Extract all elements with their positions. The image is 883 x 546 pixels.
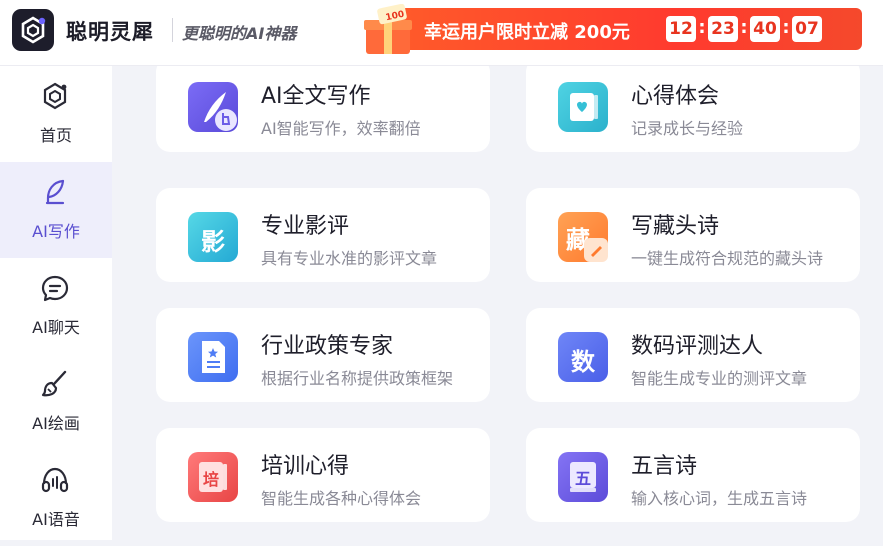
tool-card-digital-reviewer[interactable]: 数 数码评测达人 智能生成专业的测评文章 xyxy=(526,308,860,402)
tool-card-five-char-poem[interactable]: 五 五言诗 输入核心词，生成五言诗 xyxy=(526,428,860,522)
promo-text[interactable]: 幸运用户限时立减 200元 xyxy=(424,18,630,44)
feather-pen-icon xyxy=(45,179,65,205)
sidebar-item-ai-painting[interactable]: AI绘画 xyxy=(0,354,112,450)
card-title: 写藏头诗 xyxy=(631,214,720,239)
icon-char: 影 xyxy=(201,228,225,256)
card-title: AI全文写作 xyxy=(261,84,371,109)
countdown-timer: 12:23:40:07 xyxy=(666,16,822,42)
timer-separator: : xyxy=(782,17,790,38)
card-title: 数码评测达人 xyxy=(631,334,764,359)
pei-book-icon: 培 xyxy=(188,452,238,502)
card-title: 专业影评 xyxy=(261,214,350,239)
tool-grid: AI全文写作 AI智能写作，效率翻倍 心得体会 记录成长与经验 影 专业影评 具… xyxy=(112,66,883,540)
icon-char: 培 xyxy=(202,470,219,489)
timer-hours: 12 xyxy=(666,16,696,42)
sidebar: 首页 AI写作 AI聊天 AI绘画 AI语音 xyxy=(0,66,112,540)
card-title: 行业政策专家 xyxy=(261,334,394,359)
gift-box-icon: 100 xyxy=(360,3,422,58)
sidebar-item-label: 首页 xyxy=(39,126,72,145)
card-title: 五言诗 xyxy=(631,454,698,479)
card-description: AI智能写作，效率翻倍 xyxy=(261,119,421,138)
wu-book-icon: 五 xyxy=(558,452,608,502)
header-divider xyxy=(172,18,173,42)
card-description: 智能生成专业的测评文章 xyxy=(631,369,808,388)
pen-nib-icon xyxy=(188,82,238,132)
timer-seconds: 40 xyxy=(750,16,780,42)
promo-banner[interactable]: 100 幸运用户限时立减 200元 12:23:40:07 xyxy=(360,3,862,54)
top-header: 聪明灵犀 更聪明的AI神器 100 幸运用户限时立减 200元 12:23:40… xyxy=(0,0,883,66)
timer-separator: : xyxy=(740,17,748,38)
heart-book-icon xyxy=(558,82,608,132)
icon-char: 五 xyxy=(574,469,591,488)
policy-document-icon xyxy=(188,332,238,382)
sidebar-item-ai-chat[interactable]: AI聊天 xyxy=(0,258,112,354)
tool-card-policy-expert[interactable]: 行业政策专家 根据行业名称提供政策框架 xyxy=(156,308,490,402)
sidebar-item-label: AI写作 xyxy=(32,222,80,241)
timer-separator: : xyxy=(698,17,706,38)
brand-slogan: 更聪明的AI神器 xyxy=(182,24,297,43)
card-description: 输入核心词，生成五言诗 xyxy=(631,489,808,508)
sidebar-item-ai-voice[interactable]: AI语音 xyxy=(0,450,112,546)
sidebar-item-label: AI聊天 xyxy=(32,318,80,337)
tool-card-reflections[interactable]: 心得体会 记录成长与经验 xyxy=(526,66,860,152)
brand-name[interactable]: 聪明灵犀 xyxy=(66,16,154,46)
icon-char: 数 xyxy=(571,348,595,376)
ying-char-icon: 影 xyxy=(188,212,238,262)
headphones-icon xyxy=(41,467,69,493)
sidebar-item-home[interactable]: 首页 xyxy=(0,66,112,162)
card-description: 一键生成符合规范的藏头诗 xyxy=(631,249,824,268)
brand-logo-icon[interactable] xyxy=(12,9,54,51)
card-description: 智能生成各种心得体会 xyxy=(261,489,422,508)
card-description: 具有专业水准的影评文章 xyxy=(261,249,438,268)
card-description: 根据行业名称提供政策框架 xyxy=(261,369,454,388)
sidebar-item-ai-writing[interactable]: AI写作 xyxy=(0,162,112,258)
shu-char-icon: 数 xyxy=(558,332,608,382)
card-title: 培训心得 xyxy=(261,454,350,479)
paint-brush-icon xyxy=(41,370,67,397)
sidebar-item-label: AI语音 xyxy=(32,510,80,529)
tool-card-acrostic-poem[interactable]: 藏 写藏头诗 一键生成符合规范的藏头诗 xyxy=(526,188,860,282)
timer-centiseconds: 07 xyxy=(792,16,822,42)
tool-card-training-reflections[interactable]: 培 培训心得 智能生成各种心得体会 xyxy=(156,428,490,522)
card-title: 心得体会 xyxy=(631,84,720,109)
chat-bubble-icon xyxy=(41,275,69,302)
tool-card-ai-full-writing[interactable]: AI全文写作 AI智能写作，效率翻倍 xyxy=(156,66,490,152)
cang-char-icon: 藏 xyxy=(558,212,608,262)
tool-card-film-review[interactable]: 影 专业影评 具有专业水准的影评文章 xyxy=(156,188,490,282)
home-logo-icon xyxy=(43,82,67,110)
sidebar-item-label: AI绘画 xyxy=(32,414,80,433)
timer-minutes: 23 xyxy=(708,16,738,42)
card-description: 记录成长与经验 xyxy=(631,119,744,138)
